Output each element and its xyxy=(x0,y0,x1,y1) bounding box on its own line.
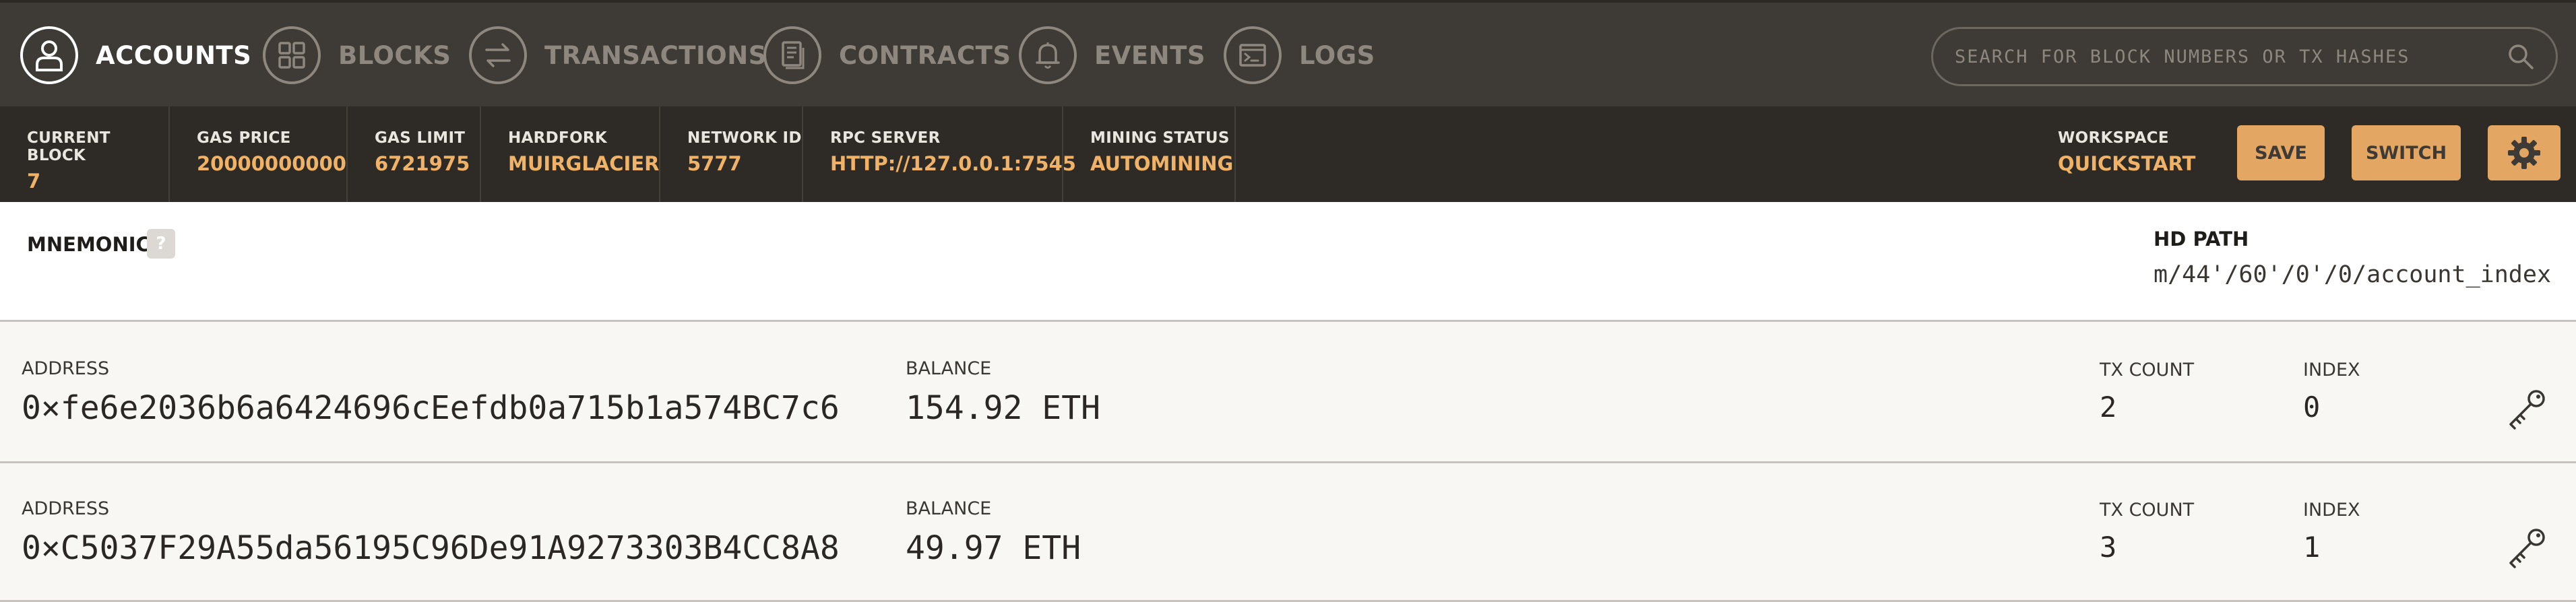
address-value: 0×fe6e2036b6a6424696cEefdb0a715b1a574BC7… xyxy=(22,389,840,427)
account-row[interactable]: ADDRESS 0×fe6e2036b6a6424696cEefdb0a715b… xyxy=(0,325,2576,463)
search-input[interactable] xyxy=(1953,45,2506,68)
account-row[interactable]: ADDRESS 0×C5037F29A55da56195C96De91A9273… xyxy=(0,463,2576,602)
nav-accounts[interactable]: ACCOUNTS xyxy=(20,23,251,88)
stat-value: 7 xyxy=(27,170,41,193)
transfer-icon xyxy=(469,26,527,84)
hd-path-label: HD PATH xyxy=(2154,228,2249,250)
stat-value: AUTOMINING xyxy=(1090,152,1234,175)
stat-rpc-server: RPC SERVER HTTP://127.0.0.1:7545 xyxy=(803,106,1076,202)
nav-events-label: EVENTS xyxy=(1094,40,1206,70)
switch-button[interactable]: SWITCH xyxy=(2352,125,2461,180)
terminal-icon xyxy=(1224,26,1282,84)
address-value: 0×C5037F29A55da56195C96De91A9273303B4CC8… xyxy=(22,529,840,567)
address-label: ADDRESS xyxy=(22,358,110,379)
nav-logs-label: LOGS xyxy=(1299,40,1375,70)
stat-value: 5777 xyxy=(687,152,742,175)
search-box xyxy=(1931,27,2558,86)
stat-value: QUICKSTART xyxy=(2058,152,2196,175)
stat-label: RPC SERVER xyxy=(830,129,941,147)
nav-blocks[interactable]: BLOCKS xyxy=(263,23,451,88)
nav-events[interactable]: EVENTS xyxy=(1019,23,1205,88)
stat-value: 6721975 xyxy=(375,152,470,175)
stat-value: 20000000000 xyxy=(197,152,346,175)
stat-label: HARDFORK xyxy=(508,129,608,147)
stat-value: HTTP://127.0.0.1:7545 xyxy=(830,152,1076,175)
stat-label: GAS LIMIT xyxy=(375,129,466,147)
help-icon[interactable]: ? xyxy=(147,229,175,259)
settings-button[interactable] xyxy=(2488,125,2561,180)
stat-label: WORKSPACE xyxy=(2058,129,2169,147)
balance-label: BALANCE xyxy=(906,358,992,379)
stat-current-block: CURRENT BLOCK 7 xyxy=(0,106,170,202)
stat-network-id: NETWORK ID 5777 xyxy=(660,106,803,202)
top-navigation: ACCOUNTS BLOCKS TRANSACTIONS CONTRACTS E… xyxy=(0,0,2576,106)
index-value: 0 xyxy=(2303,391,2321,424)
hd-path-value: m/44'/60'/0'/0/account_index xyxy=(2154,261,2552,288)
tx-count-label: TX COUNT xyxy=(2100,360,2195,380)
nav-contracts[interactable]: CONTRACTS xyxy=(763,23,1011,88)
key-icon[interactable] xyxy=(2505,388,2547,431)
index-label: INDEX xyxy=(2303,500,2360,521)
address-label: ADDRESS xyxy=(22,498,110,519)
stat-label: MINING STATUS xyxy=(1090,129,1230,147)
nav-blocks-label: BLOCKS xyxy=(338,40,451,70)
user-icon xyxy=(20,26,78,84)
tx-count-value: 2 xyxy=(2100,391,2117,424)
gear-icon xyxy=(2508,137,2540,169)
stat-label: CURRENT BLOCK xyxy=(27,129,111,164)
tx-count-label: TX COUNT xyxy=(2100,500,2195,521)
index-value: 1 xyxy=(2303,531,2321,564)
tx-count-value: 3 xyxy=(2100,531,2117,564)
mnemonic-panel: MNEMONIC ? HD PATH m/44'/60'/0'/0/accoun… xyxy=(0,202,2576,322)
nav-contracts-label: CONTRACTS xyxy=(839,40,1011,70)
key-icon[interactable] xyxy=(2505,527,2547,570)
index-label: INDEX xyxy=(2303,360,2360,380)
nav-logs[interactable]: LOGS xyxy=(1224,23,1375,88)
stat-label: NETWORK ID xyxy=(687,129,802,147)
stat-mining-status: MINING STATUS AUTOMINING xyxy=(1063,106,1236,202)
stat-hardfork: HARDFORK MUIRGLACIER xyxy=(481,106,660,202)
nav-transactions[interactable]: TRANSACTIONS xyxy=(469,23,767,88)
status-bar: CURRENT BLOCK 7 GAS PRICE 20000000000 GA… xyxy=(0,106,2576,202)
bell-icon xyxy=(1019,26,1077,84)
stat-label: GAS PRICE xyxy=(197,129,291,147)
nav-accounts-label: ACCOUNTS xyxy=(96,40,252,70)
search-icon[interactable] xyxy=(2506,42,2536,71)
save-button[interactable]: SAVE xyxy=(2237,125,2325,180)
nav-transactions-label: TRANSACTIONS xyxy=(544,40,767,70)
stat-workspace: WORKSPACE QUICKSTART xyxy=(2031,106,2226,202)
stat-gas-limit: GAS LIMIT 6721975 xyxy=(348,106,481,202)
stat-value: MUIRGLACIER xyxy=(508,152,660,175)
mnemonic-label: MNEMONIC xyxy=(27,233,150,256)
document-icon xyxy=(763,26,821,84)
blocks-icon xyxy=(263,26,321,84)
stat-gas-price: GAS PRICE 20000000000 xyxy=(170,106,348,202)
balance-value: 49.97 ETH xyxy=(906,529,1081,567)
balance-value: 154.92 ETH xyxy=(906,389,1100,427)
balance-label: BALANCE xyxy=(906,498,992,519)
